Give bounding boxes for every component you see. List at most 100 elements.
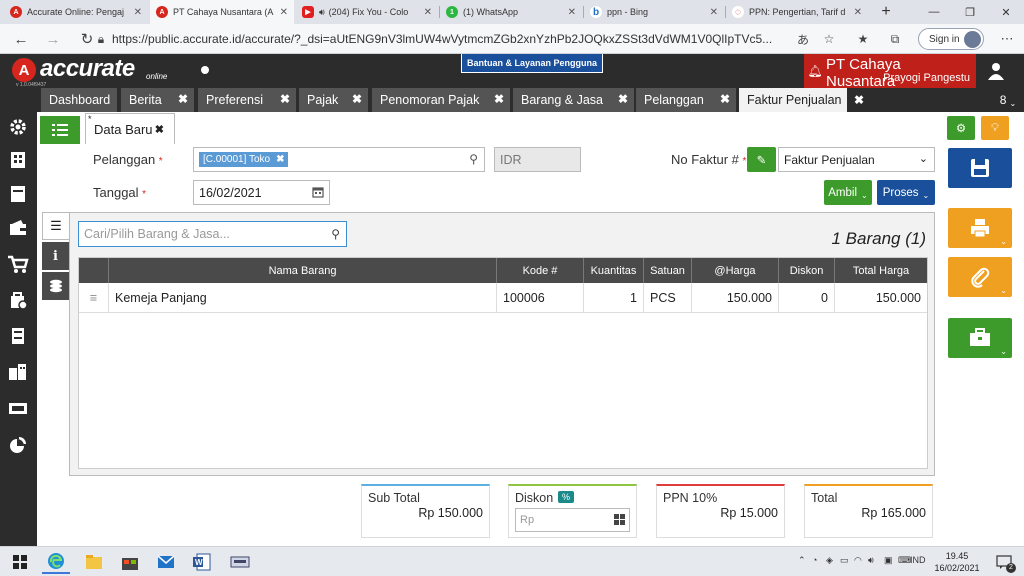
wallet-icon[interactable] (4, 215, 32, 241)
accurate-logo[interactable]: A accurate online v 1.0.04f9437 (12, 55, 182, 88)
toolbox-button[interactable]: ⌄ (948, 318, 1012, 358)
document-list-icon[interactable]: ☰ (42, 212, 69, 240)
restore-icon[interactable]: ❐ (952, 0, 988, 24)
app-shortcut-icon[interactable] (226, 550, 254, 574)
close-icon[interactable]: ✖ (618, 92, 628, 106)
sign-in-button[interactable]: Sign in (918, 28, 984, 50)
gear-icon[interactable] (4, 114, 32, 140)
windows-start-icon[interactable] (6, 550, 34, 574)
save-button[interactable] (948, 148, 1012, 188)
table-row[interactable]: ≡ Kemeja Panjang 100006 1 PCS 150.000 0 … (79, 283, 927, 313)
proses-button[interactable]: Proses ⌄ (877, 180, 935, 205)
window-close-icon[interactable]: ✕ (988, 0, 1024, 24)
coins-icon[interactable] (42, 272, 69, 300)
browser-tab-bing[interactable]: b ppn - Bing ✕ (584, 0, 724, 24)
col-total-harga[interactable]: Total Harga (835, 258, 927, 283)
tab-pelanggan[interactable]: Pelanggan ✖ (636, 88, 736, 112)
tab-pajak[interactable]: Pajak ✖ (299, 88, 368, 112)
building-icon[interactable] (4, 147, 32, 173)
cell-harga[interactable]: 150.000 (692, 283, 779, 313)
close-icon[interactable]: ✖ (280, 92, 290, 106)
bell-icon[interactable]: 🔔︎ (804, 54, 826, 88)
speaker-icon[interactable]: 🔊︎ (319, 7, 325, 18)
search-icon[interactable]: ⚲ (469, 152, 478, 166)
tray-app-icon[interactable]: ▣ (884, 555, 893, 566)
date-field[interactable]: 16/02/2021 (193, 180, 330, 205)
search-icon[interactable]: ⚲ (331, 227, 340, 241)
remove-customer-icon[interactable]: ✖ (276, 154, 284, 165)
browser-tab-ppn[interactable]: ◌ PPN: Pengertian, Tarif d ✕ (726, 0, 868, 24)
tray-app-icon[interactable]: ◔ (812, 555, 817, 565)
tab-penomoran-pajak[interactable]: Penomoran Pajak ✖ (372, 88, 510, 112)
tab-faktur-penjualan[interactable]: Faktur Penjualan (739, 88, 847, 112)
cell-kuantitas[interactable]: 1 (584, 283, 644, 313)
ambil-button[interactable]: Ambil ⌄ (824, 180, 872, 205)
customer-field[interactable]: [C.00001] Toko ✖ ⚲ (193, 147, 485, 172)
ledger-icon[interactable] (4, 181, 32, 207)
tab-berita[interactable]: Berita ✖ (121, 88, 194, 112)
more-menu-icon[interactable]: ⋯ (996, 29, 1018, 49)
edit-pencil-icon[interactable]: ✎ (747, 147, 776, 172)
read-aloud-icon[interactable]: あ (792, 29, 814, 49)
discount-input[interactable]: Rp (515, 508, 630, 532)
wifi-icon[interactable]: ◠ (854, 555, 862, 566)
shopping-bag-icon[interactable] (4, 287, 32, 313)
close-icon[interactable]: ✖ (848, 88, 870, 112)
tray-overflow-icon[interactable]: ⌃ (798, 555, 806, 566)
cell-kode[interactable]: 100006 (497, 283, 584, 313)
browser-tab-youtube[interactable]: ▶ 🔊︎ (204) Fix You - Colo ✕ (296, 0, 438, 24)
tab-dashboard[interactable]: Dashboard (41, 88, 117, 112)
col-kuantitas[interactable]: Kuantitas (584, 258, 644, 283)
doc-tab-data-baru[interactable]: * Data Baru ✖ (85, 113, 175, 144)
col-nama-barang[interactable]: Nama Barang (109, 258, 497, 283)
drag-handle-icon[interactable]: ≡ (79, 283, 109, 313)
tray-app-icon[interactable]: ◈ (826, 555, 833, 566)
col-kode[interactable]: Kode # (497, 258, 584, 283)
discount-percent-toggle[interactable]: % (558, 491, 575, 503)
cell-diskon[interactable]: 0 (779, 283, 835, 313)
tab-count-dropdown[interactable]: 8 ⌄ (992, 88, 1024, 112)
pie-chart-icon[interactable] (4, 432, 32, 458)
close-icon[interactable]: ✕ (130, 7, 142, 18)
inventory-icon[interactable] (4, 323, 32, 349)
close-icon[interactable]: ✖ (494, 92, 504, 106)
tab-preferensi[interactable]: Preferensi ✖ (198, 88, 296, 112)
close-icon[interactable]: ✖ (155, 123, 164, 136)
store-icon[interactable] (116, 550, 144, 574)
close-icon[interactable]: ✕ (850, 7, 862, 18)
print-button[interactable]: ⌄ (948, 208, 1012, 248)
invoice-type-select[interactable]: Faktur Penjualan ⌄ (778, 147, 935, 172)
item-search-input[interactable]: Cari/Pilih Barang & Jasa... ⚲ (78, 221, 347, 247)
lightbulb-icon[interactable]: 💡︎ (981, 116, 1009, 140)
close-icon[interactable]: ✖ (720, 92, 730, 106)
system-clock[interactable]: 19.45 16/02/2021 (928, 550, 986, 574)
list-menu-icon[interactable] (40, 116, 80, 144)
settings-gear-icon[interactable]: ⚙ (947, 116, 975, 140)
mail-icon[interactable] (152, 550, 180, 574)
close-icon[interactable]: ✕ (706, 7, 718, 18)
edge-browser-icon[interactable] (42, 550, 70, 574)
browser-tab-accurate-pengajuan[interactable]: A Accurate Online: Pengaj ✕ (4, 0, 148, 24)
close-icon[interactable]: ✕ (276, 7, 288, 18)
assets-icon[interactable] (4, 359, 32, 385)
lock-icon[interactable]: 🔒︎ (90, 29, 112, 49)
browser-tab-cahaya-nusantara[interactable]: A PT Cahaya Nusantara (A ✕ (150, 0, 294, 24)
battery-icon[interactable]: ▭ (840, 555, 849, 566)
browser-tab-whatsapp[interactable]: 1 (1) WhatsApp ✕ (440, 0, 582, 24)
info-icon[interactable]: i (42, 242, 69, 270)
new-tab-plus-icon[interactable]: + (868, 0, 904, 24)
cell-nama-barang[interactable]: Kemeja Panjang (109, 283, 497, 313)
company-user-box[interactable]: PT Cahaya Nusantara Prayogi Pangestu (826, 54, 976, 90)
user-account-icon[interactable] (980, 56, 1012, 86)
notification-icon[interactable]: 2 (990, 550, 1018, 574)
col-harga[interactable]: @Harga (692, 258, 779, 283)
close-icon[interactable]: ✕ (564, 7, 576, 18)
col-satuan[interactable]: Satuan (644, 258, 692, 283)
close-icon[interactable]: ✕ (420, 7, 432, 18)
close-icon[interactable]: ✖ (178, 92, 188, 106)
tax-icon[interactable] (4, 395, 32, 421)
volume-icon[interactable]: 🔊︎ (868, 555, 874, 566)
word-icon[interactable]: W (188, 550, 216, 574)
shopping-cart-icon[interactable] (4, 251, 32, 277)
close-icon[interactable]: ✖ (352, 92, 362, 106)
